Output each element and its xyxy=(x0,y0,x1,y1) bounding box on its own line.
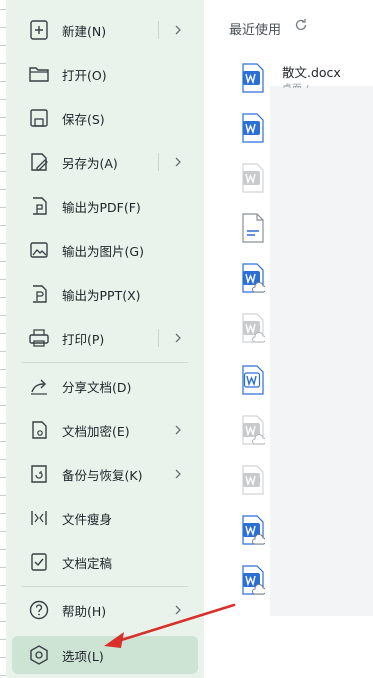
chevron-right-icon[interactable] xyxy=(172,156,184,168)
word-doc-icon[interactable] xyxy=(241,465,265,495)
word-cloud-icon[interactable] xyxy=(241,415,265,445)
recent-file-name[interactable]: 散文.docx xyxy=(282,62,341,81)
word-doc-icon[interactable] xyxy=(241,63,265,93)
export-ppt-icon xyxy=(26,281,52,307)
settings-hexagon-icon xyxy=(26,642,52,668)
recent-file-location: 桌面 / xyxy=(282,80,309,88)
menu-item-label: 打开(O) xyxy=(62,67,107,83)
help-icon xyxy=(26,597,52,623)
document-icon[interactable] xyxy=(241,213,265,243)
chevron-right-icon[interactable] xyxy=(172,332,184,344)
menu-item-slim[interactable]: 文件瘦身 xyxy=(12,498,198,538)
divider xyxy=(22,362,188,363)
menu-item-label: 保存(S) xyxy=(62,111,105,127)
menu-item-label: 选项(L) xyxy=(62,648,104,664)
printer-icon xyxy=(26,325,52,351)
recent-title: 最近使用 xyxy=(229,23,282,38)
folder-icon xyxy=(26,61,52,87)
menu-item-new[interactable]: 新建(N) xyxy=(12,10,198,50)
share-icon xyxy=(26,373,52,399)
backup-icon xyxy=(26,461,52,487)
divider xyxy=(22,586,188,587)
word-doc-icon[interactable] xyxy=(241,163,265,193)
export-pdf-icon xyxy=(26,193,52,219)
menu-item-help[interactable]: 帮助(H) xyxy=(12,590,198,630)
divider xyxy=(158,329,159,347)
menu-item-label: 备份与恢复(K) xyxy=(62,467,143,483)
menu-item-label: 输出为图片(G) xyxy=(62,243,144,259)
menu-item-save[interactable]: 保存(S) xyxy=(12,98,198,138)
chevron-right-icon[interactable] xyxy=(172,24,184,36)
menu-item-open[interactable]: 打开(O) xyxy=(12,54,198,94)
blurred-file-list xyxy=(270,86,373,616)
refresh-icon[interactable] xyxy=(294,18,308,32)
menu-item-encrypt[interactable]: 文档加密(E) xyxy=(12,410,198,450)
chevron-right-icon[interactable] xyxy=(172,468,184,480)
compress-icon xyxy=(26,505,52,531)
word-doc-icon[interactable] xyxy=(241,113,265,143)
chevron-right-icon[interactable] xyxy=(172,604,184,616)
menu-item-label: 文件瘦身 xyxy=(62,511,113,527)
word-cloud-icon[interactable] xyxy=(241,313,265,343)
image-icon xyxy=(26,237,52,263)
save-as-icon xyxy=(26,149,52,175)
menu-item-finalize[interactable]: 文档定稿 xyxy=(12,542,198,582)
word-doc-icon[interactable] xyxy=(241,365,265,395)
menu-item-export-ppt[interactable]: 输出为PPT(X) xyxy=(12,274,198,314)
menu-item-label: 另存为(A) xyxy=(62,155,118,171)
divider xyxy=(158,153,159,171)
lock-document-icon xyxy=(26,417,52,443)
menu-item-label: 帮助(H) xyxy=(62,603,107,619)
word-cloud-icon[interactable] xyxy=(241,565,265,595)
menu-item-options[interactable]: 选项(L) xyxy=(12,636,198,674)
save-icon xyxy=(26,105,52,131)
menu-item-label: 文档加密(E) xyxy=(62,423,130,439)
new-icon xyxy=(26,17,52,43)
divider xyxy=(158,21,159,39)
menu-item-label: 输出为PDF(F) xyxy=(62,199,141,215)
menu-item-backup[interactable]: 备份与恢复(K) xyxy=(12,454,198,494)
menu-item-label: 打印(P) xyxy=(62,331,105,347)
finalize-icon xyxy=(26,549,52,575)
menu-item-label: 输出为PPT(X) xyxy=(62,287,141,303)
menu-item-share[interactable]: 分享文档(D) xyxy=(12,366,198,406)
menu-item-save-as[interactable]: 另存为(A) xyxy=(12,142,198,182)
word-cloud-icon[interactable] xyxy=(241,515,265,545)
menu-item-export-pdf[interactable]: 输出为PDF(F) xyxy=(12,186,198,226)
menu-item-label: 文档定稿 xyxy=(62,555,113,571)
menu-item-export-image[interactable]: 输出为图片(G) xyxy=(12,230,198,270)
file-menu: 新建(N) 打开(O) 保存(S) 另存为(A) 输出为PDF(F) 输出为图片 xyxy=(6,0,204,678)
menu-item-label: 分享文档(D) xyxy=(62,379,132,395)
menu-item-print[interactable]: 打印(P) xyxy=(12,318,198,358)
word-cloud-icon[interactable] xyxy=(241,263,265,293)
menu-item-label: 新建(N) xyxy=(62,23,107,39)
chevron-right-icon[interactable] xyxy=(172,424,184,436)
